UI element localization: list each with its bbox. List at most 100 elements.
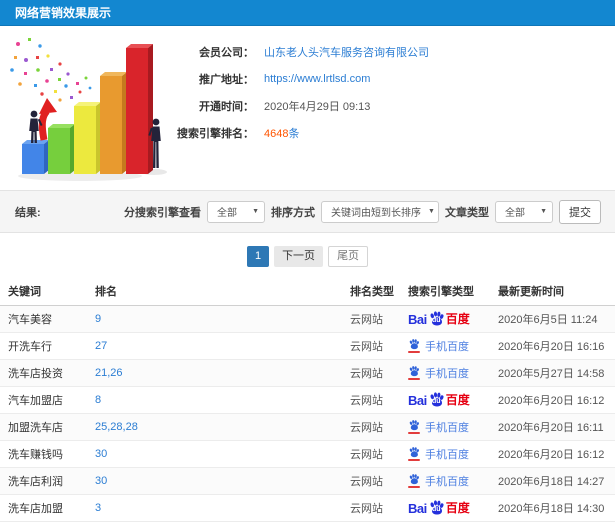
growth-chart-illustration xyxy=(0,26,172,186)
rank-type-cell: 云网站 xyxy=(342,386,400,414)
keyword-cell: 开洗车行 xyxy=(0,332,87,360)
member-company-label: 会员公司： xyxy=(199,46,254,59)
open-time-row: 开通时间： 2020年4月29日 09:13 xyxy=(172,92,615,119)
mobile-baidu-logo: 手机百度 xyxy=(408,473,469,489)
article-type-label: 文章类型 xyxy=(445,206,489,219)
table-body: 汽车美容 9 云网站 Baidu百度 手机百度 2020年6月5日 11:24 … xyxy=(0,305,615,522)
caret-down-icon: ▼ xyxy=(252,208,259,215)
mobile-baidu-paw-icon xyxy=(408,366,420,380)
rank-link[interactable]: 30 xyxy=(95,475,107,487)
baidu-logo: Bai du 百度 xyxy=(408,500,470,516)
member-company-row: 会员公司： 山东老人头汽车服务咨询有限公司 xyxy=(172,38,615,65)
col-keyword: 关键词 xyxy=(0,277,87,306)
keyword-cell: 汽车美容 xyxy=(0,305,87,333)
updated-cell: 2020年6月18日 14:30 xyxy=(490,494,615,522)
keyword-cell: 汽车加盟店 xyxy=(0,386,87,414)
table-row: 汽车美容 9 云网站 Baidu百度 手机百度 2020年6月5日 11:24 xyxy=(0,305,615,333)
engine-rank-label: 搜索引擎排名： xyxy=(177,127,254,140)
table-row: 开洗车行 27 云网站 Baidu百度 手机百度 2020年6月20日 16:1… xyxy=(0,332,615,360)
page-title: 网络营销效果展示 xyxy=(15,6,112,20)
promo-url-label: 推广地址： xyxy=(199,73,254,86)
rank-unit[interactable]: 条 xyxy=(288,128,299,140)
rank-type-cell: 云网站 xyxy=(342,494,400,522)
updated-cell: 2020年6月20日 16:16 xyxy=(490,332,615,360)
col-engine-type: 搜索引擎类型 xyxy=(400,277,490,306)
table-row: 加盟洗车店 25,28,28 云网站 Baidu百度 手机百度 2020年6月2… xyxy=(0,413,615,441)
updated-cell: 2020年6月18日 14:27 xyxy=(490,467,615,495)
rank-cell: 25,28,28 xyxy=(87,413,342,441)
col-rank-type: 排名类型 xyxy=(342,277,400,306)
table-header-row: 关键词 排名 排名类型 搜索引擎类型 最新更新时间 xyxy=(0,277,615,306)
keyword-cell: 洗车店投资 xyxy=(0,359,87,387)
rank-cell: 30 xyxy=(87,467,342,495)
engine-view-select[interactable]: 全部 ▼ xyxy=(207,200,265,223)
updated-cell: 2020年5月27日 14:58 xyxy=(490,359,615,387)
mobile-baidu-logo: 手机百度 xyxy=(408,365,469,381)
last-page-button[interactable]: 尾页 xyxy=(328,246,369,267)
result-label: 结果: xyxy=(15,206,41,219)
baidu-logo-bai: Bai xyxy=(408,311,427,327)
updated-cell: 2020年6月20日 16:12 xyxy=(490,440,615,468)
table-row: 洗车店加盟 3 云网站 Baidu百度 手机百度 2020年6月18日 14:3… xyxy=(0,494,615,522)
rank-type-cell: 云网站 xyxy=(342,332,400,360)
mobile-baidu-logo: 手机百度 xyxy=(408,446,469,462)
engine-cell: Baidu百度 手机百度 xyxy=(400,332,490,360)
article-type-select[interactable]: 全部 ▼ xyxy=(495,200,553,223)
rank-link[interactable]: 30 xyxy=(95,448,107,460)
filter-controls: 分搜索引擎查看 全部 ▼ 排序方式 关键词由短到长排序 ▼ 文章类型 全部 ▼ … xyxy=(124,199,601,224)
rank-cell: 3 xyxy=(87,494,342,522)
sort-select[interactable]: 关键词由短到长排序 ▼ xyxy=(321,200,439,223)
keyword-cell: 洗车店加盟 xyxy=(0,494,87,522)
caret-down-icon: ▼ xyxy=(428,208,435,215)
engine-cell: Baidu百度 手机百度 xyxy=(400,305,490,333)
page-1-button[interactable]: 1 xyxy=(246,246,270,267)
table-row: 汽车加盟店 8 云网站 Baidu百度 手机百度 2020年6月20日 16:1… xyxy=(0,386,615,414)
engine-cell: Baidu百度 手机百度 xyxy=(400,413,490,441)
engine-cell: Baidu百度 手机百度 xyxy=(400,440,490,468)
baidu-paw-icon: du xyxy=(428,500,445,516)
mobile-baidu-paw-icon xyxy=(408,474,420,488)
rank-link[interactable]: 9 xyxy=(95,313,101,325)
engine-cell: Baidu百度 手机百度 xyxy=(400,359,490,387)
baidu-paw-icon: du xyxy=(428,392,445,408)
next-page-button[interactable]: 下一页 xyxy=(274,246,324,267)
updated-cell: 2020年6月20日 16:11 xyxy=(490,413,615,441)
rank-cell: 9 xyxy=(87,305,342,333)
rank-link[interactable]: 21,26 xyxy=(95,367,123,379)
member-company-link[interactable]: 山东老人头汽车服务咨询有限公司 xyxy=(264,44,429,60)
engine-rank-row: 搜索引擎排名： 4648条 xyxy=(172,119,615,146)
page: 网络营销效果展示 会员公司： 山东老人头汽车服务咨询有限公司 推广地址： htt… xyxy=(0,0,615,522)
summary-section: 会员公司： 山东老人头汽车服务咨询有限公司 推广地址： https://www.… xyxy=(0,26,615,190)
engine-cell: Baidu百度 手机百度 xyxy=(400,467,490,495)
rank-type-cell: 云网站 xyxy=(342,440,400,468)
engine-rank-value: 4648条 xyxy=(264,125,299,141)
rank-link[interactable]: 27 xyxy=(95,340,107,352)
mobile-baidu-logo: 手机百度 xyxy=(408,338,469,354)
article-type-selected: 全部 xyxy=(505,208,525,219)
rank-type-cell: 云网站 xyxy=(342,359,400,387)
table-row: 洗车赚钱吗 30 云网站 Baidu百度 手机百度 2020年6月20日 16:… xyxy=(0,440,615,468)
engine-view-selected: 全部 xyxy=(217,208,237,219)
promo-url-link[interactable]: https://www.lrtlsd.com xyxy=(264,73,370,85)
sort-selected: 关键词由短到长排序 xyxy=(331,208,421,219)
rank-cell: 30 xyxy=(87,440,342,468)
baidu-paw-icon: du xyxy=(428,311,445,327)
rank-count: 4648 xyxy=(264,127,289,140)
col-rank: 排名 xyxy=(87,277,342,306)
mobile-baidu-paw-icon xyxy=(408,420,420,434)
updated-cell: 2020年6月5日 11:24 xyxy=(490,305,615,333)
rank-link[interactable]: 25,28,28 xyxy=(95,421,138,433)
keyword-cell: 洗车赚钱吗 xyxy=(0,440,87,468)
titlebar: 网络营销效果展示 xyxy=(0,0,615,26)
rank-link[interactable]: 8 xyxy=(95,394,101,406)
filter-bar: 结果: 分搜索引擎查看 全部 ▼ 排序方式 关键词由短到长排序 ▼ 文章类型 全… xyxy=(0,190,615,233)
promo-url-row: 推广地址： https://www.lrtlsd.com xyxy=(172,65,615,92)
pagination: 1 下一页 尾页 xyxy=(0,246,615,267)
bar-chart-graphic xyxy=(10,38,167,181)
rank-type-cell: 云网站 xyxy=(342,413,400,441)
rank-cell: 8 xyxy=(87,386,342,414)
mobile-baidu-paw-icon xyxy=(408,339,420,353)
rank-link[interactable]: 3 xyxy=(95,502,101,514)
engine-view-label: 分搜索引擎查看 xyxy=(124,206,201,219)
submit-button[interactable]: 提交 xyxy=(559,199,601,224)
